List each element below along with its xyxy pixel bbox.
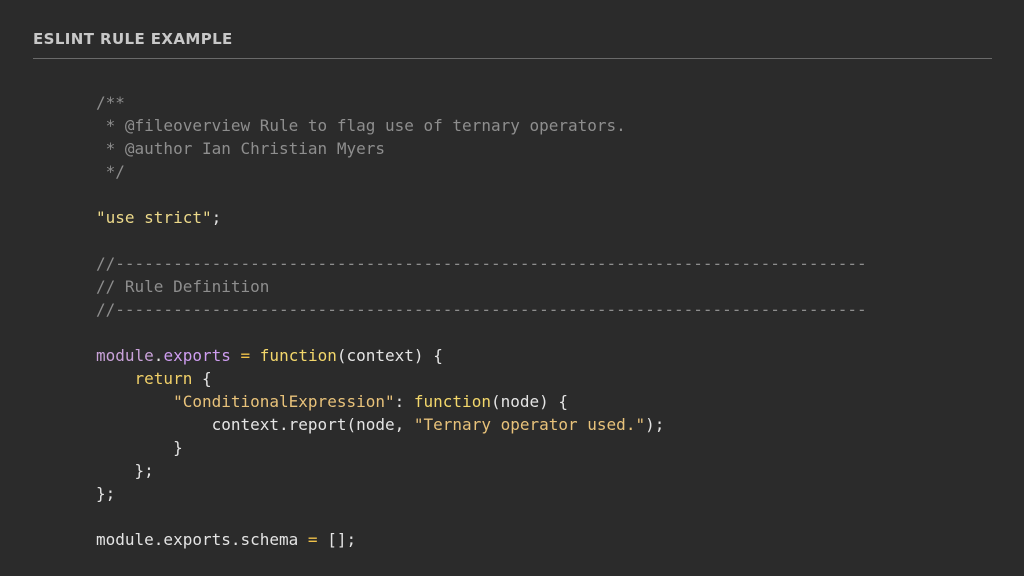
code-token: "Ternary operator used." (413, 415, 646, 434)
code-token: // Rule Definition (96, 277, 270, 296)
code-line: return { (96, 367, 867, 390)
code-token: function (259, 346, 337, 365)
code-token: "ConditionalExpression" (173, 392, 395, 411)
code-token: { (192, 369, 212, 388)
slide: ESLINT RULE EXAMPLE /** * @fileoverview … (0, 0, 1024, 576)
code-token: return (134, 369, 193, 388)
code-token: function (413, 392, 491, 411)
code-token: exports (163, 346, 231, 365)
code-token: (context) { (336, 346, 443, 365)
title-divider (33, 58, 992, 59)
code-line: */ (96, 160, 867, 183)
code-line: context.report(node, "Ternary operator u… (96, 413, 867, 436)
code-token: */ (96, 162, 125, 181)
code-token: ); (645, 415, 665, 434)
code-line: module.exports = function(context) { (96, 344, 867, 367)
code-line: }; (96, 459, 867, 482)
code-line: module.exports.schema = []; (96, 528, 867, 551)
code-token: } (96, 438, 183, 457)
code-token: module.exports.schema (96, 530, 308, 549)
code-token: = (240, 346, 251, 365)
code-line: //--------------------------------------… (96, 298, 867, 321)
code-token: //--------------------------------------… (96, 300, 867, 319)
code-line: } (96, 436, 867, 459)
code-line: // Rule Definition (96, 275, 867, 298)
code-token: context.report(node, (96, 415, 414, 434)
code-line: "ConditionalExpression": function(node) … (96, 390, 867, 413)
code-token: }; (96, 461, 154, 480)
code-token: : (394, 392, 414, 411)
code-line: "use strict"; (96, 206, 867, 229)
code-token: * @author Ian Christian Myers (96, 139, 385, 158)
code-token: []; (317, 530, 357, 549)
code-token: = (307, 530, 318, 549)
code-token: module (96, 346, 154, 365)
code-token: . (153, 346, 164, 365)
code-token: "use strict" (96, 208, 212, 227)
code-token: ; (211, 208, 222, 227)
code-token: * @fileoverview Rule to flag use of tern… (96, 116, 626, 135)
code-block: /** * @fileoverview Rule to flag use of … (96, 91, 867, 551)
code-token: (node) { (490, 392, 569, 411)
code-token: /** (96, 93, 125, 112)
code-line: * @author Ian Christian Myers (96, 137, 867, 160)
code-line: }; (96, 482, 867, 505)
code-line: /** (96, 91, 867, 114)
code-line: * @fileoverview Rule to flag use of tern… (96, 114, 867, 137)
code-token: //--------------------------------------… (96, 254, 867, 273)
code-token: }; (96, 484, 116, 503)
slide-title: ESLINT RULE EXAMPLE (33, 30, 233, 48)
code-line: //--------------------------------------… (96, 252, 867, 275)
